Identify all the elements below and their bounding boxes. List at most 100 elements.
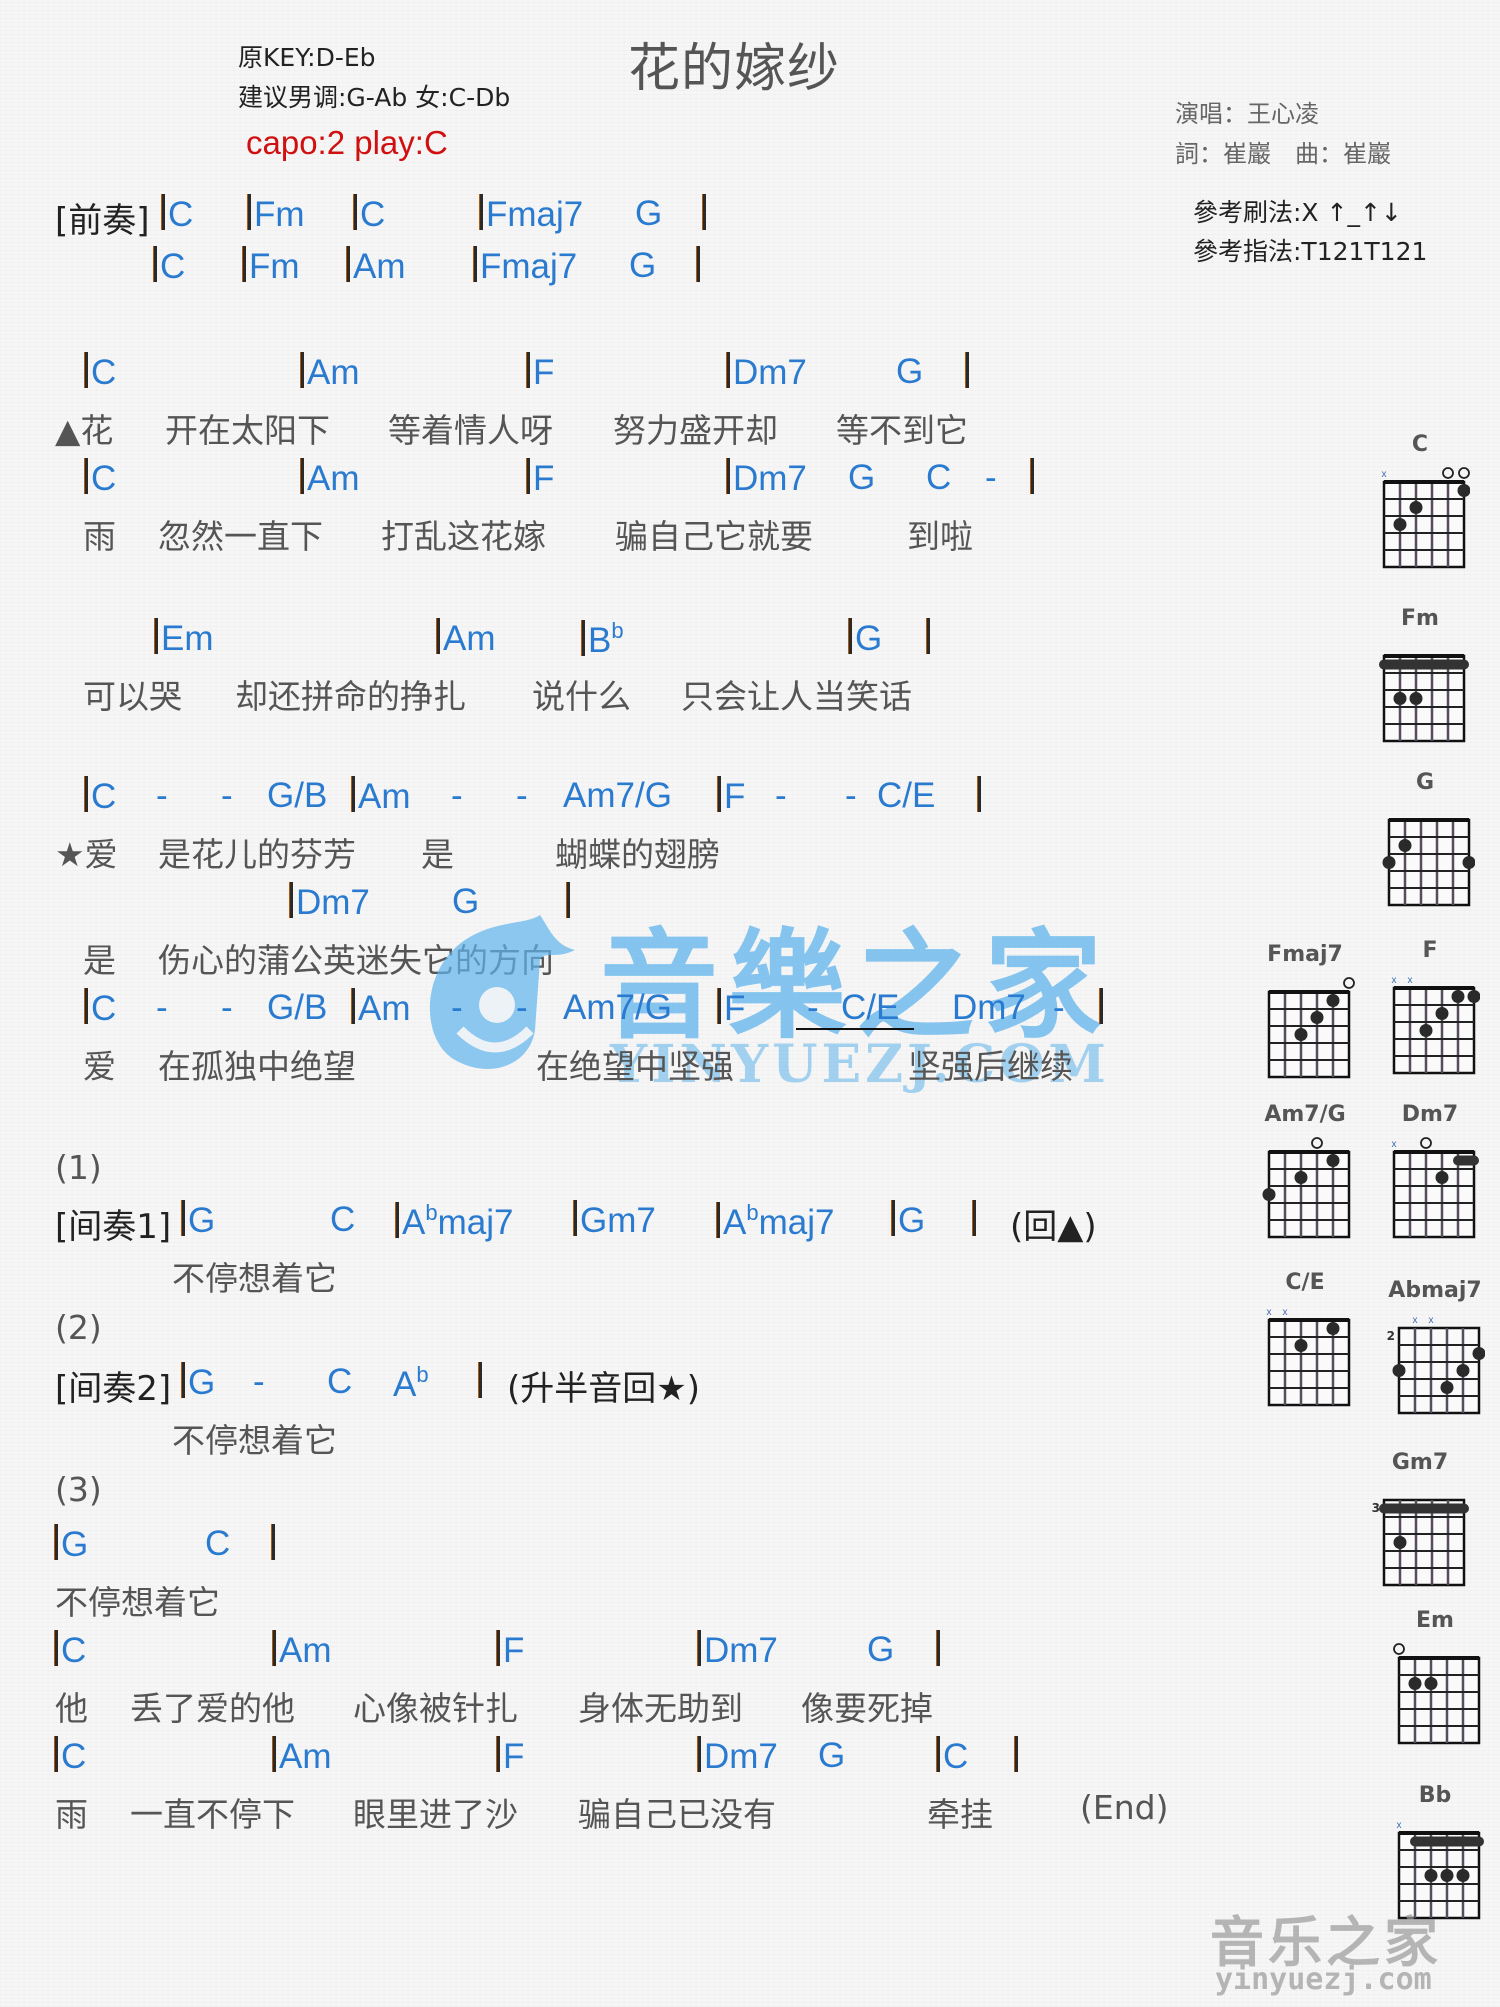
chord: C [354, 194, 385, 235]
bar-line [937, 1630, 943, 1671]
bar-line [1031, 458, 1037, 499]
finger-dot [1409, 692, 1423, 705]
chord: C [85, 988, 116, 1029]
barre [1410, 1836, 1484, 1847]
finger-dot [1393, 518, 1407, 531]
chorus-chords-3: C - - G/B Am - - Am7/G F - C/E Dm7 - [55, 988, 1155, 1032]
lyric: 一直不停下 [130, 1795, 295, 1834]
finger-dot [1457, 484, 1470, 497]
chord: Abmaj7 [717, 1200, 834, 1243]
lyric: ▲花 [55, 411, 114, 450]
fretboard-grid: xx [1267, 1307, 1351, 1407]
fretboard-grid [1393, 1643, 1481, 1745]
muted-string-marker: x [1397, 1820, 1402, 1831]
finger-dot [1393, 1536, 1407, 1549]
section-label-interlude-1: [间奏1] [55, 1207, 172, 1247]
lyric: 努力盛开却 [613, 411, 778, 450]
finger-dot [1392, 1364, 1406, 1377]
fretboard-grid [1379, 654, 1469, 743]
lyric: 心像被针扎 [353, 1689, 518, 1728]
chord: Am [352, 776, 411, 817]
lyric: 身体无助到 [578, 1689, 743, 1728]
lyric: 雨 [55, 1795, 88, 1834]
lyric: 坚强后继续 [908, 1047, 1073, 1086]
bar-line [697, 246, 703, 287]
chord-diagram-name: Gm7 [1391, 1450, 1449, 1475]
finger-dot [1326, 994, 1340, 1007]
chord: Am [352, 988, 411, 1029]
chord-hold: - [253, 1362, 265, 1401]
chord: C [937, 1736, 968, 1777]
interlude-2-chords: [间奏2] G - C Ab (升半音回★) [55, 1362, 1155, 1409]
base-fret-label: 2 [1387, 1329, 1395, 1343]
capo-info: capo:2 play:C [246, 124, 448, 161]
lyric: 是 [83, 941, 116, 980]
interlude-1-lyric: 不停想着它 [172, 1259, 337, 1298]
chord: C [85, 352, 116, 393]
finger-dot [1472, 1347, 1485, 1360]
section-label-interlude-2: [间奏2] [55, 1369, 172, 1409]
lyric: 只会让人当笑话 [681, 677, 912, 716]
verse-lyrics-1: ▲花 开在太阳下 等着情人呀 努力盛开却 等不到它 [55, 404, 1055, 450]
strum-pattern: 參考刷法:X ↑_↑↓ [1193, 198, 1402, 227]
chord-diagram-dm7: Dm7 x [1380, 1102, 1480, 1252]
chord: G/B [267, 988, 328, 1027]
lyric: 眼里进了沙 [353, 1795, 518, 1834]
finger-dot [1310, 1011, 1324, 1024]
lyric: ★爱 [55, 835, 118, 874]
lyric: 爱 [83, 1047, 116, 1086]
chord: Am [273, 1736, 332, 1777]
lyric: 可以哭 [83, 677, 182, 716]
lyric: 像要死掉 [801, 1689, 933, 1728]
chord: Dm7 [952, 988, 1026, 1027]
chord: G [818, 1736, 846, 1775]
chord-hold: - [221, 776, 233, 815]
finger-dot [1294, 1339, 1308, 1352]
finger-dot [1440, 1381, 1454, 1394]
chord: C/E [877, 776, 936, 815]
chord-hold: - [1053, 988, 1065, 1027]
verse-chords-3: Em Am Bb G [55, 618, 1055, 662]
fretboard-grid: xx [1392, 975, 1480, 1075]
chord: Fm [243, 246, 300, 287]
muted-string-marker: x [1429, 1315, 1434, 1326]
chord: Em [155, 618, 214, 659]
lyric: 雨 [83, 517, 116, 556]
lyric: 等不到它 [836, 411, 968, 450]
chord: Dm7 [727, 352, 807, 393]
section-label-intro: [前奏] [55, 201, 150, 241]
finger-dot [1409, 501, 1423, 514]
chord-hold: - [451, 988, 463, 1027]
chord: C [327, 1362, 353, 1401]
finger-dot [1408, 1677, 1422, 1690]
singer-credit: 演唱：王心凌 [1175, 100, 1319, 128]
chord: G/B [267, 776, 328, 815]
chord-diagram-fmaj7: Fmaj7 [1255, 942, 1355, 1092]
chord: Am [301, 352, 360, 393]
fretboard-grid [1267, 977, 1355, 1079]
chord-diagram-c: Cx [1370, 432, 1470, 582]
open-string-marker [1393, 1643, 1405, 1655]
chord: Bb [582, 618, 624, 661]
open-string-marker [1343, 977, 1355, 989]
chord: Am [273, 1630, 332, 1671]
open-string-marker [1458, 467, 1470, 479]
chord-diagram-am7-g: Am7/G [1255, 1102, 1355, 1252]
chord-diagram-name: Am7/G [1264, 1102, 1346, 1127]
chord: F [497, 1736, 524, 1777]
finger-dot [1456, 1364, 1470, 1377]
finger-dot [1456, 1869, 1470, 1882]
chord-hold: - [516, 776, 528, 815]
original-key: 原KEY:D-Eb [238, 43, 376, 72]
muted-string-marker: x [1382, 469, 1387, 480]
bar-line [272, 1524, 278, 1565]
chord-diagram-c-e: C/E x x [1255, 1270, 1355, 1420]
chord-diagram-name: F [1422, 938, 1438, 963]
chord: F [718, 988, 745, 1029]
repeat-note-2: (升半音回★) [507, 1369, 701, 1409]
barre [1379, 1503, 1469, 1514]
chord: Am7/G [563, 776, 672, 815]
chord: G [849, 618, 882, 659]
chord-hold: - [516, 988, 528, 1027]
outro-chords-2: C Am F Dm7 G [55, 1630, 1055, 1674]
